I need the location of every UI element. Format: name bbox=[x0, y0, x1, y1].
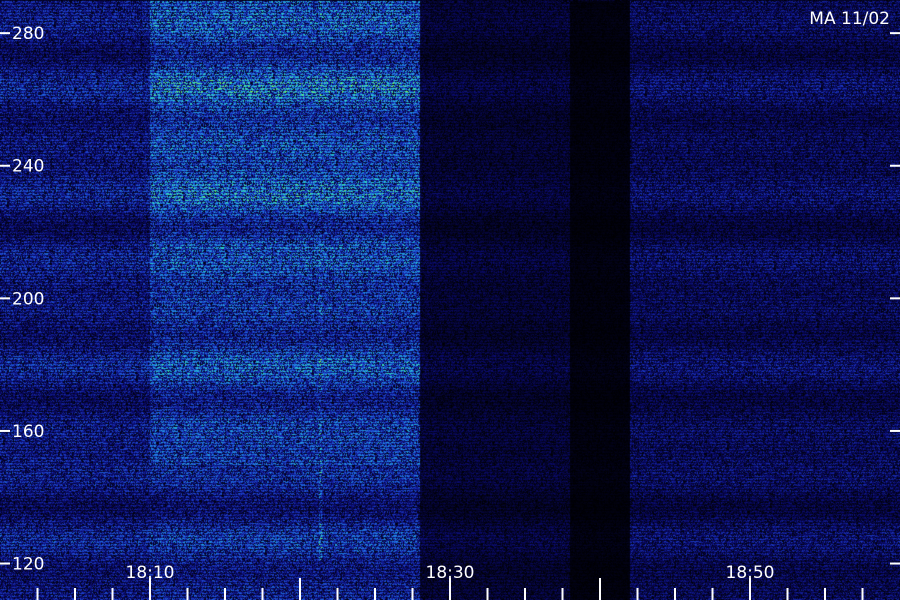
y-tick-label: 200 bbox=[12, 289, 44, 309]
y-tick-label: 240 bbox=[12, 157, 44, 177]
x-tick-label: 18:30 bbox=[426, 563, 475, 583]
y-axis: 280 240 200 160 120 bbox=[0, 24, 900, 575]
corner-label: MA 11/02 bbox=[809, 9, 890, 29]
y-tick-label: 280 bbox=[12, 24, 44, 44]
spectrogram-axes: 280 240 200 160 120 18:10 18:30 18:50 MA 11/02 bbox=[0, 9, 900, 600]
x-tick-label: 18:50 bbox=[726, 563, 775, 583]
x-axis: 18:10 18:30 18:50 bbox=[36, 563, 864, 600]
y-tick-label: 160 bbox=[12, 422, 44, 442]
x-tick-label: 18:10 bbox=[126, 563, 175, 583]
y-tick-label: 120 bbox=[12, 555, 44, 575]
